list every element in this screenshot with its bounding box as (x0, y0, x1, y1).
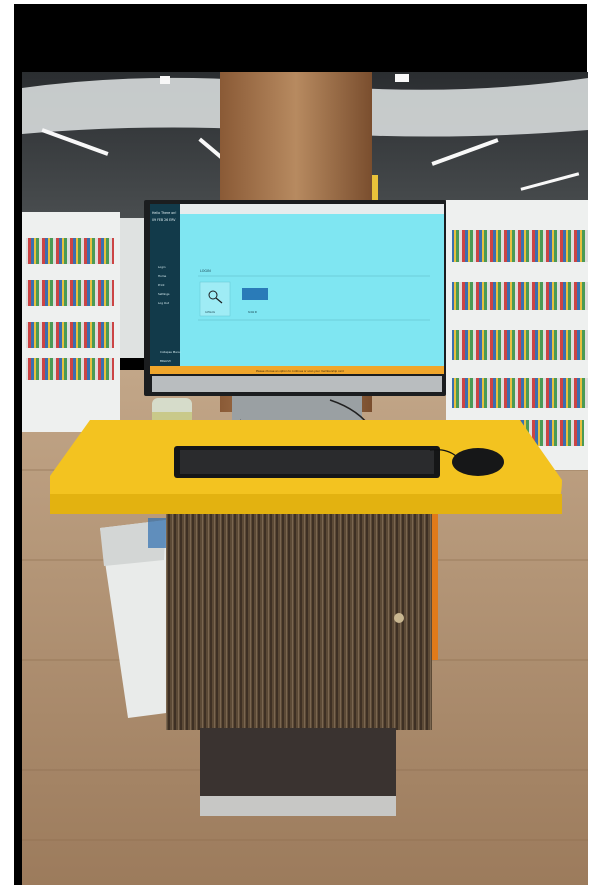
sidebar-greeting: Hello There on! (152, 211, 176, 215)
scan-id-tile[interactable] (242, 288, 268, 300)
menu-item-login[interactable]: Login (158, 265, 166, 269)
menu-item-print[interactable]: Print (158, 283, 165, 287)
library-kiosk-scene: Hello There on! 09 FEB 26 ERV Login Home… (0, 0, 593, 889)
lock-keyhole (394, 613, 404, 623)
sidebar-date: 09 FEB 26 ERV (152, 218, 176, 222)
screen-bg (150, 204, 444, 374)
cabinet (166, 508, 432, 730)
keyboard-icon[interactable] (174, 446, 440, 478)
status-bar-text: Please choose an option to continue or s… (256, 369, 344, 373)
browser-bar (180, 204, 444, 214)
kiosk-screen[interactable]: Hello There on! 09 FEB 26 ERV Login Home… (150, 204, 444, 374)
menu-item-settings[interactable]: Settings (158, 292, 170, 296)
screen-sidebar (150, 204, 180, 374)
main-heading: LOGIN (200, 269, 211, 273)
language-label[interactable]: ENGLISH (160, 360, 171, 363)
scan-id-label: SCAN ID (248, 311, 257, 314)
menu-item-logout[interactable]: Log Out (158, 301, 170, 305)
photo: Hello There on! 09 FEB 26 ERV Login Home… (0, 0, 593, 889)
catalog-tile-label: CATALOG (205, 311, 215, 314)
menu-item-home[interactable]: Home (158, 274, 167, 278)
collapse-menu[interactable]: Collapse Menu (160, 350, 181, 354)
